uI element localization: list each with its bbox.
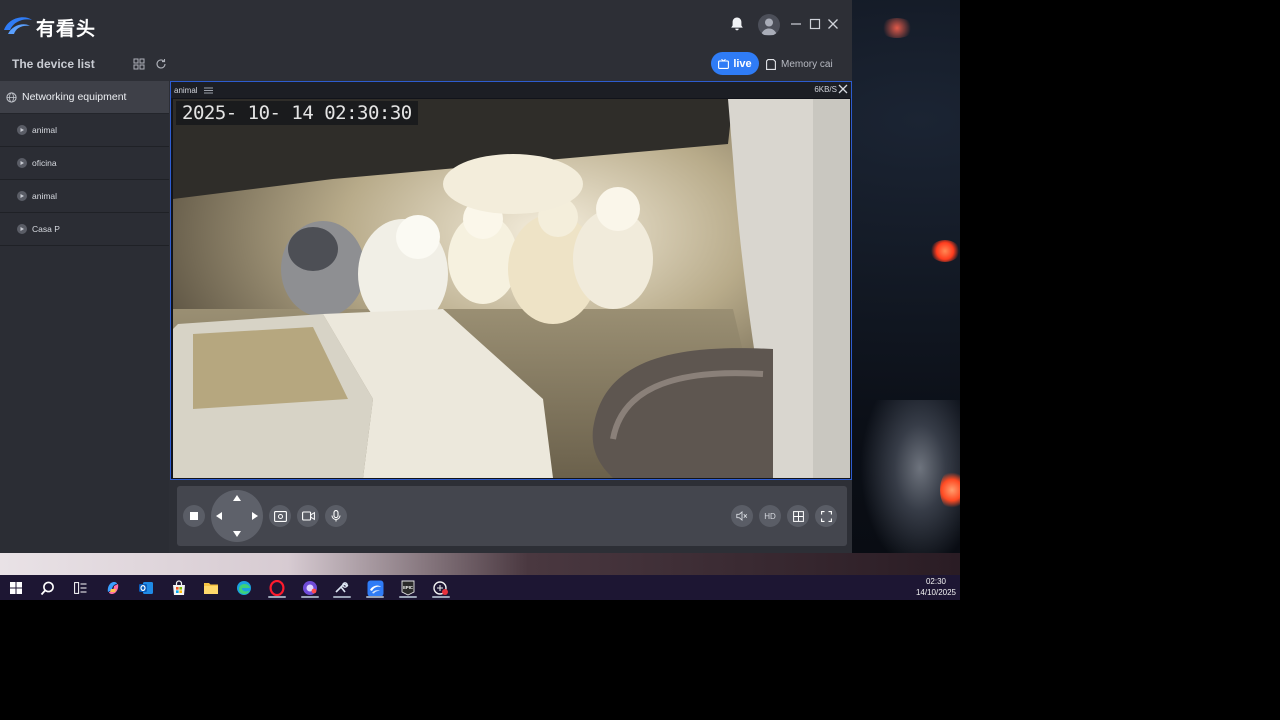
fullscreen-icon (820, 510, 832, 522)
sidebar-item-label: Casa P (32, 224, 60, 234)
camera-app-icon[interactable] (362, 578, 388, 598)
running-indicator (399, 596, 417, 598)
wallpaper-glow (880, 18, 914, 38)
sidebar-group-label: Networking equipment (22, 91, 127, 103)
camera-status-icon (17, 191, 27, 201)
taskbar: EPIC 02:30 14/10/2025 (0, 575, 960, 600)
task-view-icon[interactable] (67, 578, 93, 598)
sidebar-item-animal[interactable]: animal (0, 114, 169, 147)
system-clock[interactable]: 02:30 14/10/2025 (916, 576, 956, 598)
device-list-title: The device list (12, 57, 95, 71)
stop-icon (190, 512, 198, 520)
sidebar-item-label: oficina (32, 158, 57, 168)
grid-layout-icon (792, 510, 804, 522)
game-app-icon[interactable] (428, 578, 454, 598)
opera-icon[interactable] (264, 578, 290, 598)
sidebar-item-label: animal (32, 125, 58, 135)
memory-card-icon (766, 58, 776, 70)
user-avatar[interactable] (758, 14, 780, 36)
file-explorer-icon[interactable] (198, 578, 224, 598)
hd-label: HD (764, 511, 776, 521)
running-indicator (268, 596, 286, 598)
app-icon-purple[interactable] (297, 578, 323, 598)
screenshot-button[interactable] (269, 505, 291, 527)
speaker-muted-icon (736, 511, 748, 521)
camera-feed-image (173, 99, 850, 478)
memory-card-label: Memory cai (781, 58, 833, 70)
search-icon[interactable] (34, 578, 60, 598)
camera-status-icon (17, 224, 27, 234)
title-bar: 有看头 (0, 0, 852, 48)
player-header: animal (171, 82, 851, 98)
live-label: live (733, 57, 752, 70)
sidebar-item-oficina[interactable]: oficina (0, 147, 169, 180)
camera-status-icon (17, 125, 27, 135)
refresh-icon[interactable] (151, 54, 171, 74)
edge-browser-icon[interactable] (231, 578, 257, 598)
running-indicator (333, 596, 351, 598)
sidebar-item-animal-2[interactable]: animal (0, 180, 169, 213)
app-title: 有看头 (36, 19, 97, 40)
ptz-arrows-icon (216, 495, 258, 537)
grid-view-icon[interactable] (129, 54, 149, 74)
video-camera-icon (301, 511, 315, 521)
talk-button[interactable] (325, 505, 347, 527)
running-indicator (301, 596, 319, 598)
steam-icon[interactable] (329, 578, 355, 598)
app-window: 有看头 The device list live Memory cai Netw… (0, 0, 852, 553)
svg-text:EPIC: EPIC (403, 585, 413, 590)
microsoft-store-icon[interactable] (166, 578, 192, 598)
hd-button[interactable]: HD (759, 505, 781, 527)
memory-card-tab[interactable]: Memory cai (766, 54, 836, 74)
stop-button[interactable] (183, 505, 205, 527)
bitrate-readout: 6KB/S (814, 85, 837, 94)
mute-button[interactable] (731, 505, 753, 527)
record-button[interactable] (297, 505, 319, 527)
running-indicator (432, 596, 450, 598)
ptz-dpad[interactable] (211, 490, 263, 542)
notification-bell-icon[interactable] (727, 14, 747, 34)
camera-status-icon (17, 158, 27, 168)
menu-icon[interactable] (203, 87, 213, 94)
split-screen-button[interactable] (787, 505, 809, 527)
app-logo-icon (4, 17, 32, 34)
camera-feed: 2025- 10- 14 02:30:30 (173, 99, 850, 478)
clock-time: 02:30 (925, 577, 946, 586)
snapshot-icon (273, 510, 287, 522)
copilot-icon[interactable] (100, 578, 126, 598)
device-sidebar: Networking equipment animal oficina anim… (0, 81, 169, 553)
sidebar-item-casa-p[interactable]: Casa P (0, 213, 169, 246)
clock-date: 14/10/2025 (915, 588, 956, 597)
sidebar-group-networking[interactable]: Networking equipment (0, 81, 169, 114)
globe-icon (6, 91, 17, 103)
windows-start-icon[interactable] (3, 578, 29, 598)
wallpaper-glow (930, 240, 960, 262)
channel-name: animal (174, 85, 198, 95)
desktop-wallpaper: 有看头 The device list live Memory cai Netw… (0, 0, 960, 600)
tv-icon (718, 58, 730, 69)
wallpaper-glow (940, 470, 960, 510)
close-icon[interactable] (823, 14, 843, 34)
wallpaper-strip (0, 553, 960, 575)
epic-games-icon[interactable]: EPIC (395, 578, 421, 598)
microphone-icon (331, 510, 341, 522)
running-indicator (366, 596, 384, 598)
outlook-icon[interactable] (133, 578, 159, 598)
close-stream-icon[interactable] (837, 83, 849, 95)
fullscreen-button[interactable] (815, 505, 837, 527)
sidebar-item-label: animal (32, 191, 58, 201)
video-player[interactable]: animal 6KB/S 2025- 10- 14 02:30:30 (170, 81, 852, 480)
maximize-icon[interactable] (805, 14, 825, 34)
live-button[interactable]: live (711, 52, 759, 75)
minimize-icon[interactable] (786, 14, 806, 34)
video-timestamp: 2025- 10- 14 02:30:30 (176, 101, 418, 125)
playback-controls: HD (177, 486, 847, 546)
